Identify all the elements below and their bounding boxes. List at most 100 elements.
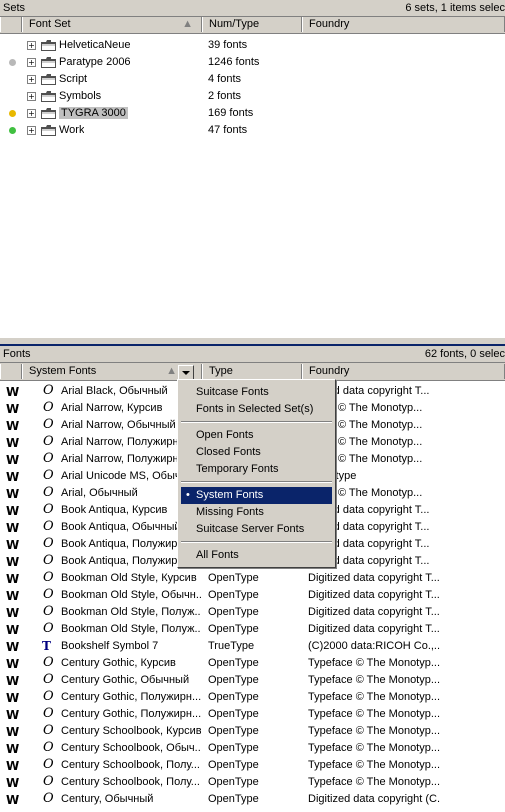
windows-font-icon: W xyxy=(6,419,20,433)
set-name: Work xyxy=(59,124,85,136)
opentype-icon: O xyxy=(43,519,54,534)
font-foundry: Digitized data copyright (C... xyxy=(308,793,440,805)
panel-splitter[interactable] xyxy=(0,338,505,346)
opentype-icon: O xyxy=(43,655,54,670)
menu-item[interactable]: Suitcase Server Fonts xyxy=(181,521,332,538)
opentype-icon: O xyxy=(43,451,54,466)
set-name: HelveticaNeue xyxy=(59,39,131,51)
windows-font-icon: W xyxy=(6,657,20,671)
windows-font-icon: W xyxy=(6,385,20,399)
opentype-icon: O xyxy=(43,570,54,585)
windows-font-icon: W xyxy=(6,453,20,467)
font-row[interactable]: W O Century Gothic, Полужирн... OpenType Typ… xyxy=(0,706,505,723)
expand-icon[interactable]: + xyxy=(27,41,36,50)
sets-status: 6 sets, 1 items selec xyxy=(405,2,505,14)
font-row[interactable]: W O Century Schoolbook, Полу... OpenType Typ… xyxy=(0,774,505,791)
font-type: OpenType xyxy=(208,606,259,618)
windows-font-icon: W xyxy=(6,708,20,722)
sets-col-foundry[interactable]: Foundry xyxy=(302,17,505,32)
expand-icon[interactable]: + xyxy=(27,92,36,101)
menu-separator xyxy=(181,481,332,483)
menu-item[interactable]: Fonts in Selected Set(s) xyxy=(181,401,332,418)
windows-font-icon: W xyxy=(6,572,20,586)
font-row[interactable]: W O Bookman Old Style, Полуж... OpenType Dig… xyxy=(0,604,505,621)
folder-icon xyxy=(41,40,56,51)
menu-item[interactable]: Temporary Fonts xyxy=(181,461,332,478)
windows-font-icon: W xyxy=(6,538,20,552)
set-row[interactable]: + Paratype 2006 1246 fonts xyxy=(0,54,505,71)
sets-list[interactable]: + HelveticaNeue 39 fonts + Paratype 2006 1246… xyxy=(0,34,505,338)
set-row[interactable]: + Script 4 fonts xyxy=(0,71,505,88)
font-row[interactable]: W T Bookshelf Symbol 7 TrueType (C)2000 data… xyxy=(0,638,505,655)
font-type: OpenType xyxy=(208,725,259,737)
sets-col-fontset[interactable]: Font Set ▲ xyxy=(22,17,202,32)
opentype-icon: O xyxy=(43,740,54,755)
menu-item[interactable]: Open Fonts xyxy=(181,427,332,444)
menu-item-label: Temporary Fonts xyxy=(196,463,279,475)
menu-item[interactable]: Missing Fonts xyxy=(181,504,332,521)
expand-icon[interactable]: + xyxy=(27,75,36,84)
font-row[interactable]: W O Century Gothic, Полужирн... OpenType Typ… xyxy=(0,689,505,706)
windows-font-icon: W xyxy=(6,521,20,535)
font-row[interactable]: W O Bookman Old Style, Полуж... OpenType Dig… xyxy=(0,621,505,638)
truetype-icon: T xyxy=(42,639,51,653)
font-foundry: Digitized data copyright T... xyxy=(308,589,440,601)
set-row[interactable]: + Work 47 fonts xyxy=(0,122,505,139)
font-row[interactable]: W O Bookman Old Style, Курсив OpenType Digit… xyxy=(0,570,505,587)
font-row[interactable]: W O Century Schoolbook, Обыч... OpenType Typ… xyxy=(0,740,505,757)
font-foundry: Typeface © The Monotyp... xyxy=(308,776,440,788)
font-row[interactable]: W O Bookman Old Style, Обычн... OpenType Dig… xyxy=(0,587,505,604)
opentype-icon: O xyxy=(43,621,54,636)
menu-item[interactable]: • System Fonts xyxy=(181,487,332,504)
fonts-title: Fonts xyxy=(3,348,31,360)
folder-icon xyxy=(41,91,56,102)
set-name: Paratype 2006 xyxy=(59,56,131,68)
expand-icon[interactable]: + xyxy=(27,109,36,118)
status-dot-icon xyxy=(9,59,16,66)
font-row[interactable]: W O Century Gothic, Обычный OpenType Typefac… xyxy=(0,672,505,689)
font-row[interactable]: W O Century Gothic, Курсив OpenType Typeface… xyxy=(0,655,505,672)
menu-separator xyxy=(181,541,332,543)
menu-item[interactable]: All Fonts xyxy=(181,547,332,564)
set-count: 169 fonts xyxy=(208,107,254,119)
font-type: OpenType xyxy=(208,674,259,686)
sets-header: Font Set ▲ Num/Type Foundry xyxy=(0,17,505,34)
status-dot-icon xyxy=(9,110,16,117)
menu-item[interactable]: Suitcase Fonts xyxy=(181,384,332,401)
font-row[interactable]: W O Century Schoolbook, Курсив OpenType Type… xyxy=(0,723,505,740)
font-type: OpenType xyxy=(208,776,259,788)
font-row[interactable]: W O Century Schoolbook, Полу... OpenType Typ… xyxy=(0,757,505,774)
windows-font-icon: W xyxy=(6,487,20,501)
set-row[interactable]: + Symbols 2 fonts xyxy=(0,88,505,105)
folder-icon xyxy=(41,108,56,119)
sets-col-numtype[interactable]: Num/Type xyxy=(202,17,302,32)
font-name: Bookman Old Style, Полуж... xyxy=(61,623,201,635)
fonts-col-foundry[interactable]: Foundry xyxy=(302,364,505,379)
font-foundry: Typeface © The Monotyp... xyxy=(308,708,440,720)
menu-item-label: Closed Fonts xyxy=(196,446,261,458)
opentype-icon: O xyxy=(43,417,54,432)
font-type: OpenType xyxy=(208,759,259,771)
expand-icon[interactable]: + xyxy=(27,126,36,135)
font-name: Century Schoolbook, Курсив xyxy=(61,725,201,737)
opentype-icon: O xyxy=(43,468,54,483)
font-foundry: Typeface © The Monotyp... xyxy=(308,674,440,686)
font-row[interactable]: W O Century, Обычный OpenType Digitized data… xyxy=(0,791,505,808)
font-filter-dropdown-button[interactable] xyxy=(178,365,194,380)
font-type: OpenType xyxy=(208,657,259,669)
set-count: 1246 fonts xyxy=(208,56,260,68)
font-name: Century Gothic, Обычный xyxy=(61,674,190,686)
opentype-icon: O xyxy=(43,672,54,687)
set-row[interactable]: + TYGRA 3000 169 fonts xyxy=(0,105,505,122)
expand-icon[interactable]: + xyxy=(27,58,36,67)
sort-arrow-icon: ▲ xyxy=(166,365,177,377)
fonts-col-type[interactable]: Type xyxy=(202,364,302,379)
fonts-col-systemfonts[interactable]: System Fonts ▲ xyxy=(22,364,202,379)
set-row[interactable]: + HelveticaNeue 39 fonts xyxy=(0,37,505,54)
opentype-icon: O xyxy=(43,485,54,500)
menu-item[interactable]: Closed Fonts xyxy=(181,444,332,461)
set-count: 2 fonts xyxy=(208,90,242,102)
windows-font-icon: W xyxy=(6,793,20,807)
status-dot-icon xyxy=(9,127,16,134)
folder-icon xyxy=(41,125,56,136)
